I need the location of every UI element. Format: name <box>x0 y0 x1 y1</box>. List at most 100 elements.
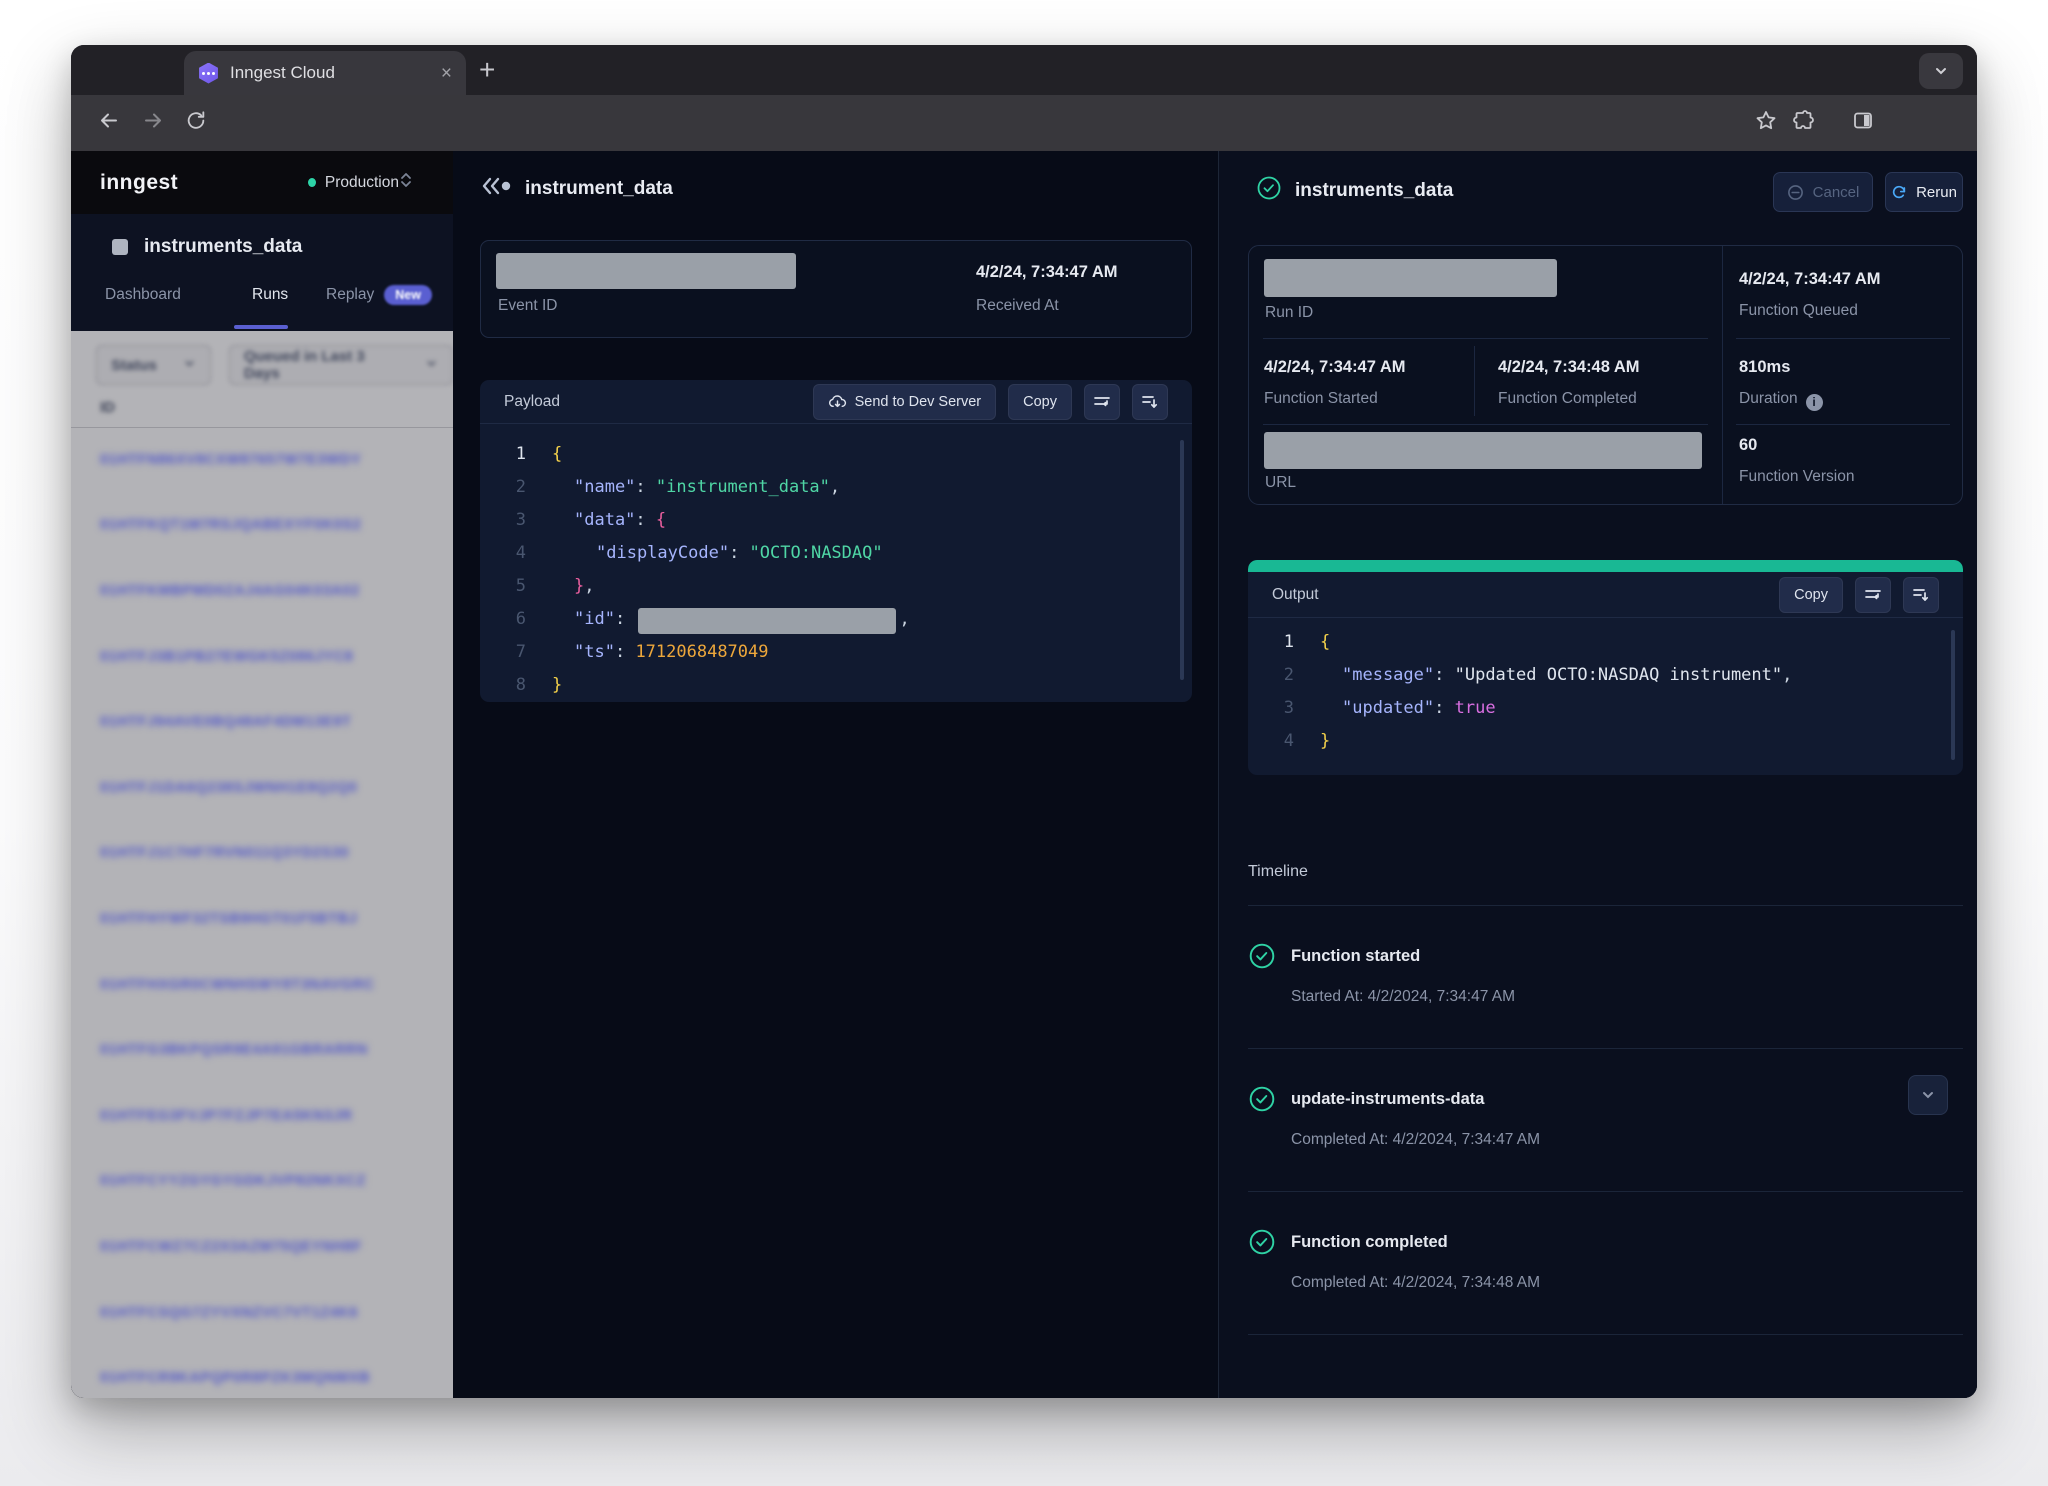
tab-search-button[interactable] <box>1919 53 1963 89</box>
function-completed-label: Function Completed <box>1498 390 1637 408</box>
function-version-value: 60 <box>1739 436 1757 455</box>
run-id-link[interactable]: 01HTFCYYZGYGYGDKJVP82NKXCZ <box>100 1149 430 1215</box>
wrap-text-icon-button[interactable] <box>1855 577 1891 613</box>
chevron-down-icon <box>1920 1087 1936 1103</box>
code-line: 1{ <box>1248 626 1963 659</box>
scrollbar[interactable] <box>1951 630 1955 760</box>
extensions-icon[interactable] <box>1792 109 1816 138</box>
tab-replay[interactable]: Replay <box>326 286 374 304</box>
check-circle-icon <box>1248 1085 1276 1113</box>
wrap-text-icon-button[interactable] <box>1084 384 1120 420</box>
browser-tab[interactable]: Inngest Cloud × <box>184 51 466 95</box>
event-id-card: Event ID 4/2/24, 7:34:47 AM Received At <box>480 240 1192 338</box>
chevron-down-icon <box>183 357 196 374</box>
run-id-link[interactable]: 01HTFN86XV8CXW87657W7E3WDY <box>100 427 430 493</box>
environment-chevrons-icon[interactable] <box>399 171 413 194</box>
back-button[interactable] <box>97 109 121 138</box>
run-id-link[interactable]: 01HTFJ94AVE0BQ48AF4DM13E9T <box>100 689 430 755</box>
rerun-label: Rerun <box>1916 184 1957 201</box>
redacted-event-id <box>496 253 796 289</box>
side-panel-icon[interactable] <box>1851 109 1875 138</box>
run-id-link[interactable]: 01HTFKMBPMD0ZAJ4AG04K03A02 <box>100 558 430 624</box>
received-at-label: Received At <box>976 297 1059 315</box>
function-icon <box>112 239 128 255</box>
duration-label: Durationi <box>1739 390 1823 411</box>
url-label: URL <box>1265 474 1296 492</box>
run-id-link[interactable]: 01HTFCWZ7CZ2X3AZM75QEYNH8F <box>100 1214 430 1280</box>
timeline-item-subtitle: Completed At: 4/2/2024, 7:34:48 AM <box>1291 1274 1963 1292</box>
run-id-list: 01HTFN86XV8CXW87657W7E3WDY01HTFKQT1M7RSJ… <box>100 427 430 1398</box>
line-number: 7 <box>480 636 526 669</box>
environment-selector[interactable]: Production <box>325 174 399 192</box>
time-range-filter-dropdown[interactable]: Queued in Last 3 Days <box>229 345 453 385</box>
timeline-item-subtitle: Completed At: 4/2/2024, 7:34:47 AM <box>1291 1131 1963 1149</box>
code-line: 3"updated": true <box>1248 692 1963 725</box>
timeline-item-title: Function started <box>1291 947 1420 966</box>
payload-code: 1{2"name": "instrument_data",3"data": {4… <box>480 424 1192 702</box>
status-filter-dropdown[interactable]: Status <box>96 345 211 385</box>
code-line: 1{ <box>480 438 1192 471</box>
timeline-expand-button[interactable] <box>1908 1075 1948 1115</box>
timeline-item: update-instruments-dataCompleted At: 4/2… <box>1248 1049 1963 1192</box>
code-line: 6"id": , <box>480 603 1192 636</box>
payload-copy-button[interactable]: Copy <box>1008 384 1072 420</box>
divider <box>1736 424 1950 425</box>
event-icon <box>480 175 512 202</box>
code-line: 2"name": "instrument_data", <box>480 471 1192 504</box>
redacted-run-id <box>1264 259 1557 297</box>
output-copy-button[interactable]: Copy <box>1779 577 1843 613</box>
function-version-label: Function Version <box>1739 468 1854 486</box>
rerun-button[interactable]: Rerun <box>1885 172 1963 212</box>
function-started-value: 4/2/24, 7:34:47 AM <box>1264 358 1406 377</box>
forward-button[interactable] <box>141 109 165 138</box>
expand-lines-icon-button[interactable] <box>1903 577 1939 613</box>
run-id-link[interactable]: 01HTFJ1C7HF7RVN011Q3YD2S30 <box>100 821 430 887</box>
code-line: 4} <box>1248 725 1963 758</box>
new-tab-button[interactable]: + <box>479 56 495 84</box>
line-number: 4 <box>1248 725 1294 758</box>
run-id-link[interactable]: 01HTFHXGR0CWNHSWY8T3NAVGRC <box>100 952 430 1018</box>
scrollbar[interactable] <box>1180 440 1184 680</box>
sidebar: inngest Production instruments_data Dash… <box>71 151 453 1398</box>
expand-lines-icon <box>1912 587 1930 603</box>
refresh-icon <box>1891 184 1907 200</box>
line-number: 2 <box>1248 659 1294 692</box>
timeline-item: Function startedStarted At: 4/2/2024, 7:… <box>1248 906 1963 1049</box>
redacted-value <box>638 608 896 634</box>
expand-lines-icon-button[interactable] <box>1132 384 1168 420</box>
tab-runs[interactable]: Runs <box>252 286 326 304</box>
time-range-filter-label: Queued in Last 3 Days <box>244 348 399 382</box>
runs-list-dimmed: Status Queued in Last 3 Days ID 01HTFN8 <box>71 331 453 1398</box>
run-id-link[interactable]: 01HTFEG3FVJP7FZJP7EA5KN3JR <box>100 1083 430 1149</box>
code-line: 7"ts": 1712068487049 <box>480 636 1192 669</box>
tab-dashboard[interactable]: Dashboard <box>105 286 252 304</box>
expand-lines-icon <box>1141 394 1159 410</box>
wrap-text-icon <box>1864 587 1882 603</box>
run-details-card: Run ID 4/2/24, 7:34:47 AM Function Queue… <box>1248 245 1963 505</box>
function-started-label: Function Started <box>1264 390 1378 408</box>
bookmark-star-icon[interactable] <box>1754 109 1778 138</box>
function-completed-value: 4/2/24, 7:34:48 AM <box>1498 358 1640 377</box>
chevron-down-icon <box>425 357 438 374</box>
line-number: 5 <box>480 570 526 603</box>
cancel-button[interactable]: Cancel <box>1773 172 1873 212</box>
reload-button[interactable] <box>185 110 207 137</box>
status-filter-label: Status <box>111 357 157 374</box>
info-icon[interactable]: i <box>1806 394 1823 411</box>
line-number: 1 <box>480 438 526 471</box>
divider <box>1474 346 1475 416</box>
run-id-link[interactable]: 01HTFKQT1M7RSJQABEXYF0K0S2 <box>100 493 430 559</box>
tab-close-icon[interactable]: × <box>441 64 452 83</box>
send-to-dev-server-button[interactable]: Send to Dev Server <box>813 384 997 420</box>
run-id-link[interactable]: 01HTFCSQG7ZYVXNZVC7VT1Z4K6 <box>100 1280 430 1346</box>
run-id-link[interactable]: 01HTFCR9KAPQP0R8PZK3MQNMXB <box>100 1345 430 1398</box>
run-id-link[interactable]: 01HTFG3BKPQSR9E4A91GBRARRN <box>100 1017 430 1083</box>
run-id-link[interactable]: 01HTFHYWF32TSB9HGT01F5BTBJ <box>100 886 430 952</box>
line-number: 8 <box>480 669 526 702</box>
check-circle-icon <box>1248 1228 1276 1256</box>
event-id-label: Event ID <box>498 297 557 315</box>
run-id-link[interactable]: 01HTFJ3B1PB27EWGK5Z086JYC8 <box>100 624 430 690</box>
output-status-accent <box>1248 560 1963 572</box>
run-id-link[interactable]: 01HTFJ1DA6Q238SJWNH1E8Q2Q0 <box>100 755 430 821</box>
divider <box>1263 424 1708 425</box>
